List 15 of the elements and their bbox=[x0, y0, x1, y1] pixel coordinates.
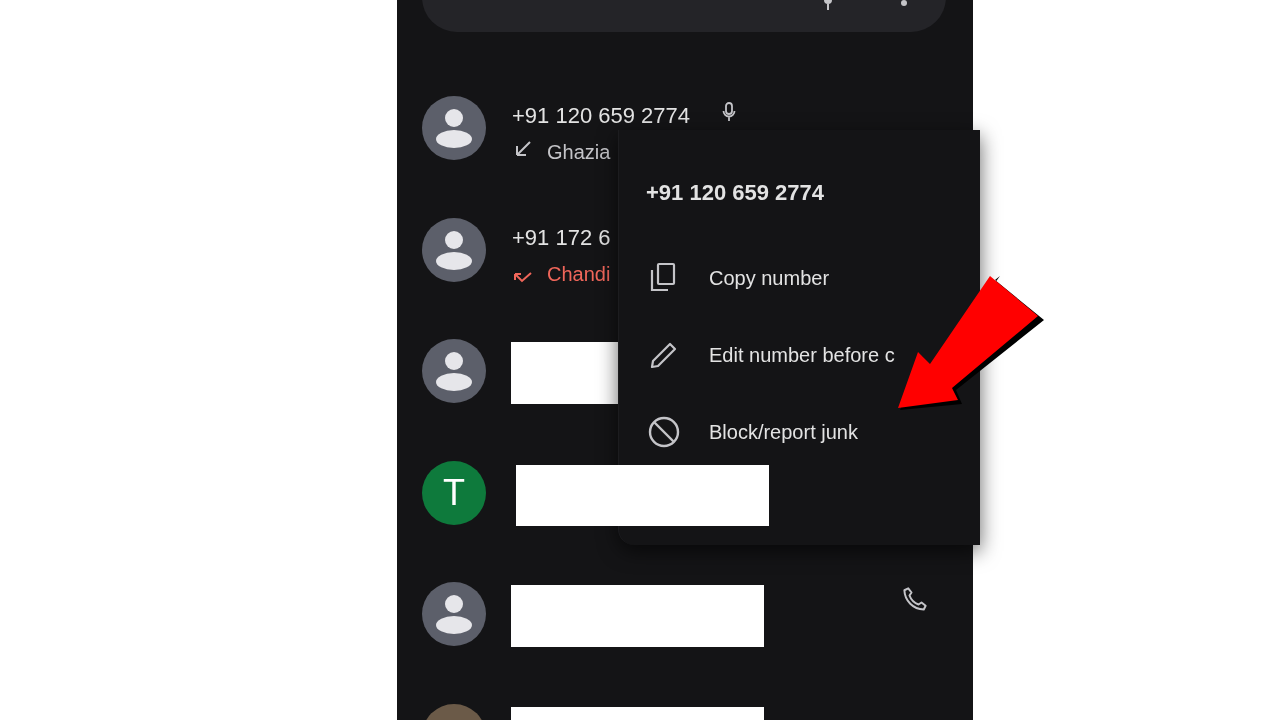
block-icon bbox=[648, 416, 680, 448]
avatar-icon bbox=[422, 582, 486, 646]
more-icon[interactable] bbox=[900, 0, 908, 8]
call-location: Ghazia bbox=[547, 140, 611, 165]
menu-item[interactable]: Edit number before c bbox=[619, 325, 897, 385]
letter-avatar: T bbox=[422, 460, 486, 525]
avatar-icon bbox=[422, 339, 486, 403]
call-location: Chandi bbox=[547, 261, 611, 287]
avatar-icon bbox=[422, 217, 486, 282]
avatar-icon bbox=[422, 96, 486, 160]
menu-item[interactable]: Copy number bbox=[619, 248, 832, 308]
menu-item[interactable]: Block/report junk bbox=[619, 402, 860, 462]
menu-title: +91 120 659 2774 bbox=[646, 179, 824, 207]
phone-number: +91 172 6 bbox=[512, 223, 611, 252]
phone-number: +91 120 659 2774 bbox=[512, 102, 690, 130]
